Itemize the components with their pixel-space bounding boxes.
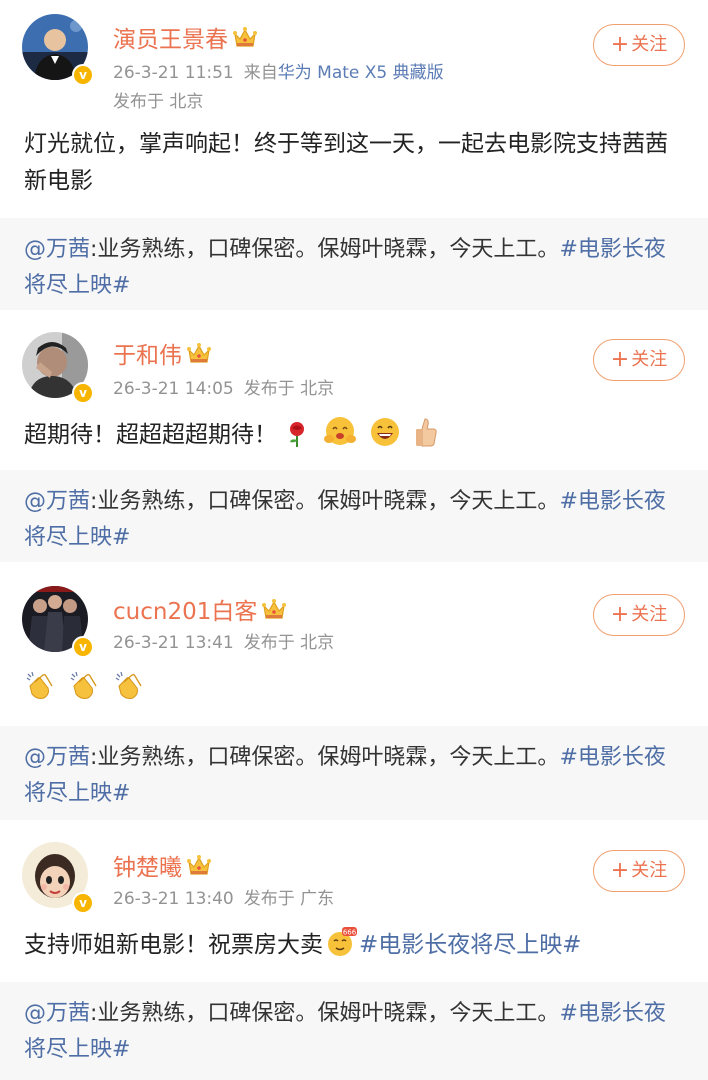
- post-2: v 于和伟 26-3-21 14:05 发布于 北京 + 关注 超期待！超超超超期待…: [0, 318, 708, 562]
- repost-text: @万茜:业务熟练，口碑保密。保姆叶晓霖，今天上工。#电影长夜将尽上映#: [24, 740, 684, 812]
- repost-text: @万茜:业务熟练，口碑保密。保姆叶晓霖，今天上工。#电影长夜将尽上映#: [24, 232, 684, 304]
- avatar[interactable]: v: [22, 14, 94, 86]
- thumbs-up-icon: [416, 418, 437, 447]
- repost-body: :业务熟练，口碑保密。保姆叶晓霖，今天上工。: [90, 237, 560, 262]
- hug-icon: [323, 417, 356, 445]
- user-name[interactable]: cucn201白客: [113, 592, 287, 626]
- post-4: v 钟楚曦 26-3-21 13:40 发布于 广东 + 关注 支持师姐新电影！祝票…: [0, 828, 708, 1080]
- source-prefix: 来自: [243, 63, 278, 83]
- mention-link[interactable]: @万茜: [24, 489, 90, 514]
- user-name[interactable]: 于和伟: [113, 336, 212, 370]
- crown-icon: [186, 342, 212, 366]
- crown-icon: [186, 854, 212, 878]
- user-name-text[interactable]: 于和伟: [113, 343, 182, 369]
- post-location: 发布于 广东: [243, 889, 335, 909]
- post-text: 超期待！超超超超期待！: [24, 414, 684, 454]
- plus-icon: +: [610, 602, 630, 627]
- plus-icon: +: [610, 32, 630, 57]
- clap-icon: [70, 671, 97, 699]
- hashtag-link[interactable]: #电影长夜将尽上映#: [359, 932, 582, 958]
- repost-body: :业务熟练，口碑保密。保姆叶晓霖，今天上工。: [90, 489, 560, 514]
- mention-link[interactable]: @万茜: [24, 745, 90, 770]
- follow-label: 关注: [631, 349, 668, 370]
- post-location: 发布于 北京: [243, 633, 335, 653]
- user-name-text[interactable]: cucn201白客: [113, 599, 257, 625]
- plus-icon: +: [610, 858, 630, 883]
- post-meta: 26-3-21 14:05 发布于 北京: [113, 374, 334, 399]
- post-meta: 26-3-21 13:41 发布于 北京: [113, 628, 334, 653]
- repost-card[interactable]: @万茜:业务熟练，口碑保密。保姆叶晓霖，今天上工。#电影长夜将尽上映#: [0, 726, 708, 820]
- plus-icon: +: [610, 347, 630, 372]
- follow-button[interactable]: + 关注: [593, 24, 685, 66]
- post-text: [24, 670, 684, 708]
- clap-icon: [26, 671, 53, 699]
- repost-text: @万茜:业务熟练，口碑保密。保姆叶晓霖，今天上工。#电影长夜将尽上映#: [24, 996, 684, 1068]
- post-source: 来自华为 Mate X5 典藏版: [244, 63, 444, 83]
- verified-badge-icon: v: [72, 64, 94, 86]
- post-meta: 26-3-21 11:51 来自华为 Mate X5 典藏版: [113, 58, 444, 83]
- avatar[interactable]: v: [22, 332, 94, 404]
- laugh-icon: [370, 418, 399, 446]
- follow-label: 关注: [631, 34, 668, 55]
- repost-card[interactable]: @万茜:业务熟练，口碑保密。保姆叶晓霖，今天上工。#电影长夜将尽上映#: [0, 470, 708, 562]
- post-1: v 演员王景春 26-3-21 11:51 来自华为 Mate X5 典藏版 发布…: [0, 0, 708, 310]
- repost-card[interactable]: @万茜:业务熟练，口碑保密。保姆叶晓霖，今天上工。#电影长夜将尽上映#: [0, 982, 708, 1080]
- mention-link[interactable]: @万茜: [24, 237, 90, 262]
- follow-button[interactable]: + 关注: [593, 850, 685, 892]
- post-meta: 26-3-21 13:40 发布于 广东: [113, 884, 334, 909]
- repost-body: :业务熟练，口碑保密。保姆叶晓霖，今天上工。: [90, 1001, 560, 1026]
- verified-badge-icon: v: [72, 892, 94, 914]
- follow-label: 关注: [631, 604, 668, 625]
- verified-badge-icon: v: [72, 382, 94, 404]
- follow-button[interactable]: + 关注: [593, 594, 685, 636]
- follow-label: 关注: [631, 860, 668, 881]
- post-time: 26-3-21 13:41: [113, 633, 234, 653]
- avatar[interactable]: v: [22, 586, 94, 658]
- post-location: 发布于 北京: [113, 92, 204, 112]
- post-text: 灯光就位，掌声响起！终于等到这一天，一起去电影院支持茜茜新电影: [24, 131, 668, 194]
- repost-body: :业务熟练，口碑保密。保姆叶晓霖，今天上工。: [90, 745, 560, 770]
- post-location: 发布于 北京: [243, 379, 335, 399]
- post-time: 26-3-21 13:40: [113, 889, 234, 909]
- rose-icon: [290, 422, 305, 447]
- 666-icon: 666: [328, 927, 357, 956]
- verified-badge-icon: v: [72, 636, 94, 658]
- post-3: v cucn201白客 26-3-21 13:41 发布于 北京 + 关注 @万茜:…: [0, 570, 708, 820]
- repost-text: @万茜:业务熟练，口碑保密。保姆叶晓霖，今天上工。#电影长夜将尽上映#: [24, 484, 684, 556]
- crown-icon: [232, 26, 258, 50]
- post-time: 26-3-21 11:51: [113, 63, 234, 83]
- svg-text:666: 666: [343, 929, 357, 937]
- follow-button[interactable]: + 关注: [593, 339, 685, 381]
- user-name[interactable]: 钟楚曦: [113, 848, 212, 882]
- mention-link[interactable]: @万茜: [24, 1001, 90, 1026]
- source-device[interactable]: 华为 Mate X5 典藏版: [278, 63, 444, 83]
- clap-icon: [115, 671, 142, 699]
- user-name-text[interactable]: 演员王景春: [113, 27, 228, 53]
- avatar[interactable]: v: [22, 842, 94, 914]
- crown-icon: [261, 598, 287, 622]
- user-name[interactable]: 演员王景春: [113, 20, 258, 54]
- repost-card[interactable]: @万茜:业务熟练，口碑保密。保姆叶晓霖，今天上工。#电影长夜将尽上映#: [0, 218, 708, 310]
- post-text-body: 超期待！超超超超期待！: [24, 422, 277, 448]
- post-time: 26-3-21 14:05: [113, 379, 234, 399]
- user-name-text[interactable]: 钟楚曦: [113, 855, 182, 881]
- post-text-body: 支持师姐新电影！祝票房大卖: [24, 932, 323, 958]
- post-text: 支持师姐新电影！祝票房大卖 666 #电影长夜将尽上映#: [24, 926, 684, 964]
